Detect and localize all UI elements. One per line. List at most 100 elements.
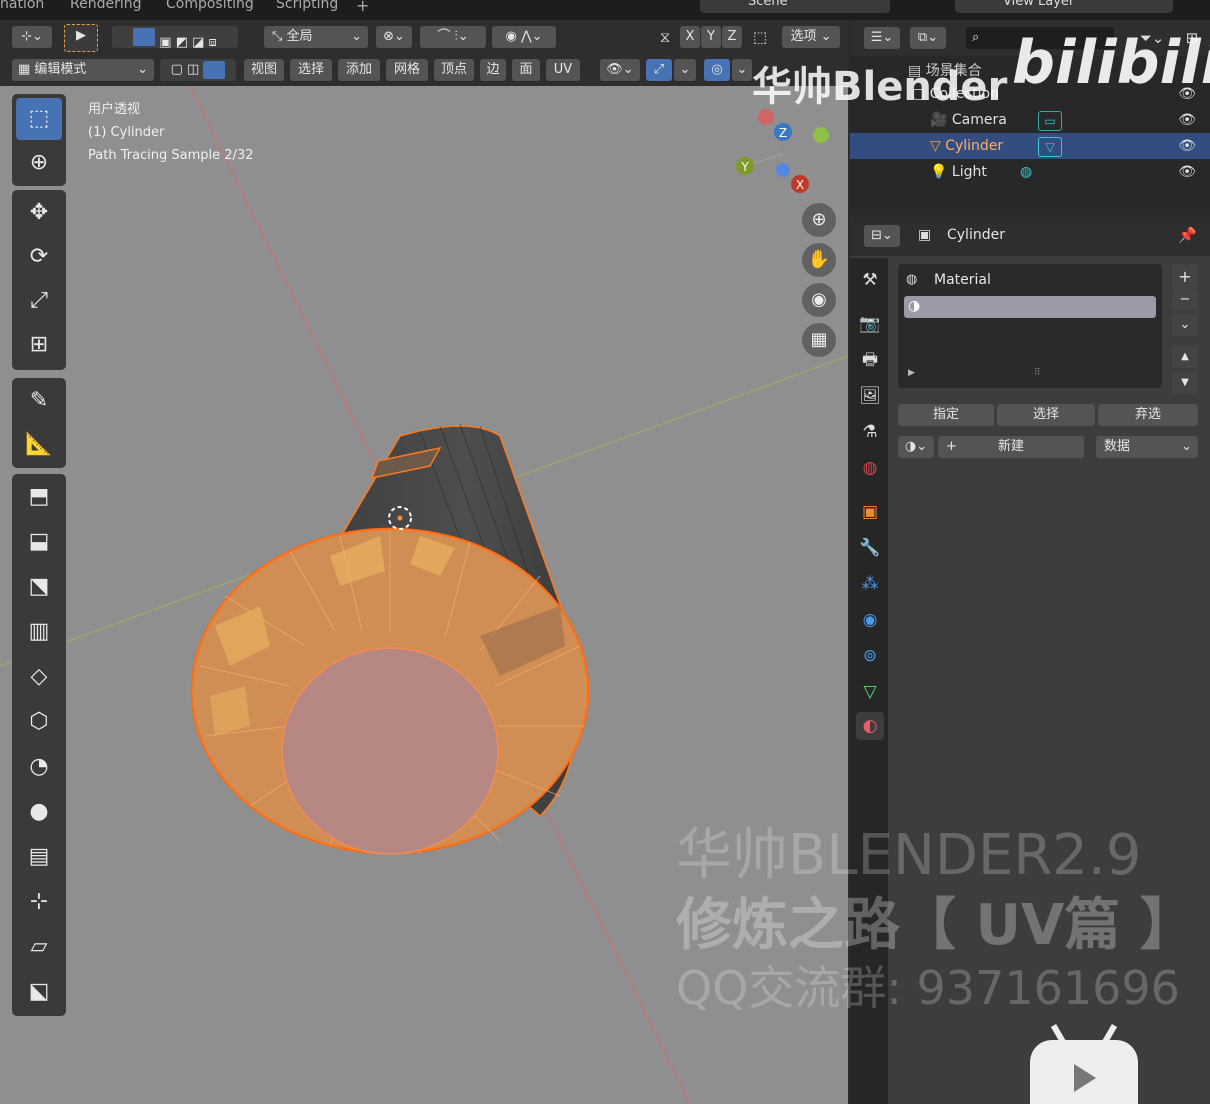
poly-build-icon[interactable]: ⬡ xyxy=(16,701,62,743)
add-workspace-button[interactable]: + xyxy=(356,0,369,15)
snap-toggle[interactable]: ⌒ ⫶⌄ xyxy=(420,26,486,48)
tab-scripting[interactable]: Scripting xyxy=(276,0,338,12)
visibility-dropdown[interactable]: 👁⌄ xyxy=(600,59,640,81)
scale-icon[interactable]: ⤢ xyxy=(16,280,62,322)
slot-specials-dropdown[interactable]: ⌄ xyxy=(1172,314,1198,336)
overlay-toggle[interactable]: ◎ xyxy=(704,59,730,81)
eye-icon[interactable]: 👁 xyxy=(1178,107,1196,133)
pan-hand-icon[interactable]: ✋ xyxy=(802,243,836,277)
gizmo-dropdown[interactable]: ⌄ xyxy=(674,59,696,81)
material-slot-list[interactable]: ◍ Material ◑ ▶ ⠿ xyxy=(898,264,1162,388)
select-box-tool-icon[interactable]: ▶ xyxy=(64,24,98,52)
modifier-tab-icon[interactable]: 🔧 xyxy=(856,534,884,562)
world-tab-icon[interactable]: ◍ xyxy=(856,454,884,482)
gizmo-toggle[interactable]: ⤢ xyxy=(646,59,672,81)
add-material-slot-button[interactable]: + xyxy=(1172,264,1198,290)
camera-data-icon[interactable]: ▭ xyxy=(1038,111,1062,131)
display-mode-dropdown[interactable]: ⧉⌄ xyxy=(910,27,946,49)
eye-icon[interactable]: 👁 xyxy=(1178,159,1196,185)
tab-rendering[interactable]: Rendering xyxy=(70,0,142,12)
output-tab-icon[interactable]: 🖶 xyxy=(856,346,884,374)
move-slot-down-button[interactable]: ▼ xyxy=(1172,372,1198,394)
resize-handle-icon[interactable]: ⠿ xyxy=(1034,368,1041,378)
axis-z-toggle[interactable]: Z xyxy=(722,26,742,48)
rip-region-icon[interactable]: ⬕ xyxy=(16,971,62,1013)
outliner-row-cylinder[interactable]: ▽ Cylinder ▽ 👁 xyxy=(850,133,1210,159)
edge-slide-icon[interactable]: ▤ xyxy=(16,836,62,878)
select-new-icon[interactable] xyxy=(133,28,156,46)
link-data-dropdown[interactable]: 数据 ⌄ xyxy=(1096,436,1198,458)
menu-face[interactable]: 面 xyxy=(512,59,540,81)
auto-merge-icon[interactable]: ⬚ xyxy=(748,26,772,48)
options-dropdown[interactable]: 选项 ⌄ xyxy=(782,26,840,48)
loop-cut-icon[interactable]: ▥ xyxy=(16,611,62,653)
view-layer-tab-icon[interactable]: 🖼 xyxy=(856,382,884,410)
extrude-region-icon[interactable]: ⬒ xyxy=(16,476,62,518)
object-tab-icon[interactable]: ▣ xyxy=(856,498,884,526)
face-select-icon[interactable] xyxy=(203,60,226,79)
tab-compositing[interactable]: Compositing xyxy=(166,0,254,12)
assign-button[interactable]: 指定 xyxy=(898,404,994,426)
select-material-button[interactable]: 选择 xyxy=(997,404,1095,426)
move-icon[interactable]: ✥ xyxy=(16,192,62,234)
scene-tab-icon[interactable]: ⚗ xyxy=(856,418,884,446)
mirror-icon[interactable]: ⧖ xyxy=(652,26,678,48)
knife-icon[interactable]: ◇ xyxy=(16,656,62,698)
annotate-icon[interactable]: ✎ xyxy=(16,380,62,422)
shrink-fatten-icon[interactable]: ⊹ xyxy=(16,881,62,923)
bevel-icon[interactable]: ⬔ xyxy=(16,566,62,608)
material-tab-icon[interactable]: ◐ xyxy=(856,712,884,740)
new-material-button[interactable]: + 新建 xyxy=(938,436,1084,458)
physics-tab-icon[interactable]: ◉ xyxy=(856,606,884,634)
spin-icon[interactable]: ◔ xyxy=(16,746,62,788)
light-data-icon[interactable]: ◍ xyxy=(1020,159,1032,185)
tab-animation[interactable]: nation xyxy=(0,0,44,12)
editor-type-dropdown[interactable]: ☰⌄ xyxy=(864,27,900,49)
overlay-dropdown[interactable]: ⌄ xyxy=(732,59,752,81)
perspective-grid-icon[interactable]: ▦ xyxy=(802,323,836,357)
expand-arrow-icon[interactable]: ▶ xyxy=(908,368,915,378)
axis-x-toggle[interactable]: X xyxy=(680,26,700,48)
selection-mode-group[interactable]: ▣ ◩ ◪ ⧈ xyxy=(112,26,238,50)
select-box-icon[interactable]: ⬚ xyxy=(16,98,62,140)
pin-icon[interactable]: 📌 xyxy=(1178,226,1197,244)
menu-edge[interactable]: 边 xyxy=(480,59,506,81)
menu-add[interactable]: 添加 xyxy=(338,59,380,81)
constraints-tab-icon[interactable]: ⊚ xyxy=(856,642,884,670)
eye-icon[interactable]: 👁 xyxy=(1178,133,1196,159)
properties-editor-type-dropdown[interactable]: ⊟⌄ xyxy=(864,225,900,247)
mode-dropdown[interactable]: ▦ 编辑模式 ⌄ xyxy=(12,59,154,81)
browse-material-dropdown[interactable]: ◑⌄ xyxy=(898,436,934,458)
proportional-editing-toggle[interactable]: ◉ ⋀⌄ xyxy=(492,26,556,48)
mesh-data-icon[interactable]: ▽ xyxy=(1038,137,1062,157)
scene-selector[interactable]: Scene xyxy=(700,0,890,13)
deselect-material-button[interactable]: 弃选 xyxy=(1098,404,1198,426)
remove-material-slot-button[interactable]: − xyxy=(1172,290,1198,310)
menu-uv[interactable]: UV xyxy=(546,59,580,81)
view-layer-selector[interactable]: View Layer xyxy=(955,0,1173,13)
particles-tab-icon[interactable]: ⁂ xyxy=(856,570,884,598)
shear-icon[interactable]: ▱ xyxy=(16,926,62,968)
select-mode-group[interactable]: ▢ ◫ xyxy=(160,59,236,81)
data-tab-icon[interactable]: ▽ xyxy=(856,678,884,706)
measure-icon[interactable]: 📐 xyxy=(16,424,62,466)
axis-y-toggle[interactable]: Y xyxy=(701,26,721,48)
menu-view[interactable]: 视图 xyxy=(244,59,284,81)
move-slot-up-button[interactable]: ▲ xyxy=(1172,346,1198,368)
outliner-row-light[interactable]: 💡 Light ◍ 👁 xyxy=(850,159,1210,185)
smooth-icon[interactable]: ● xyxy=(16,791,62,833)
render-tab-icon[interactable]: 📷 xyxy=(856,310,884,338)
rotate-icon[interactable]: ⟳ xyxy=(16,236,62,278)
orientation-dropdown[interactable]: ⤡ 全局 ⌄ xyxy=(264,26,368,48)
camera-view-icon[interactable]: ◉ xyxy=(802,283,836,317)
menu-select[interactable]: 选择 xyxy=(290,59,332,81)
menu-mesh[interactable]: 网格 xyxy=(386,59,428,81)
transform-pivot-button[interactable]: ⊹⌄ xyxy=(12,26,52,48)
inset-faces-icon[interactable]: ⬓ xyxy=(16,521,62,563)
tool-tab-icon[interactable]: ⚒ xyxy=(856,266,884,294)
menu-vertex[interactable]: 顶点 xyxy=(434,59,474,81)
transform-icon[interactable]: ⊞ xyxy=(16,324,62,366)
cursor-icon[interactable]: ⊕ xyxy=(16,142,62,184)
zoom-icon[interactable]: ⊕ xyxy=(802,203,836,237)
pivot-point-dropdown[interactable]: ⊗⌄ xyxy=(376,26,412,48)
